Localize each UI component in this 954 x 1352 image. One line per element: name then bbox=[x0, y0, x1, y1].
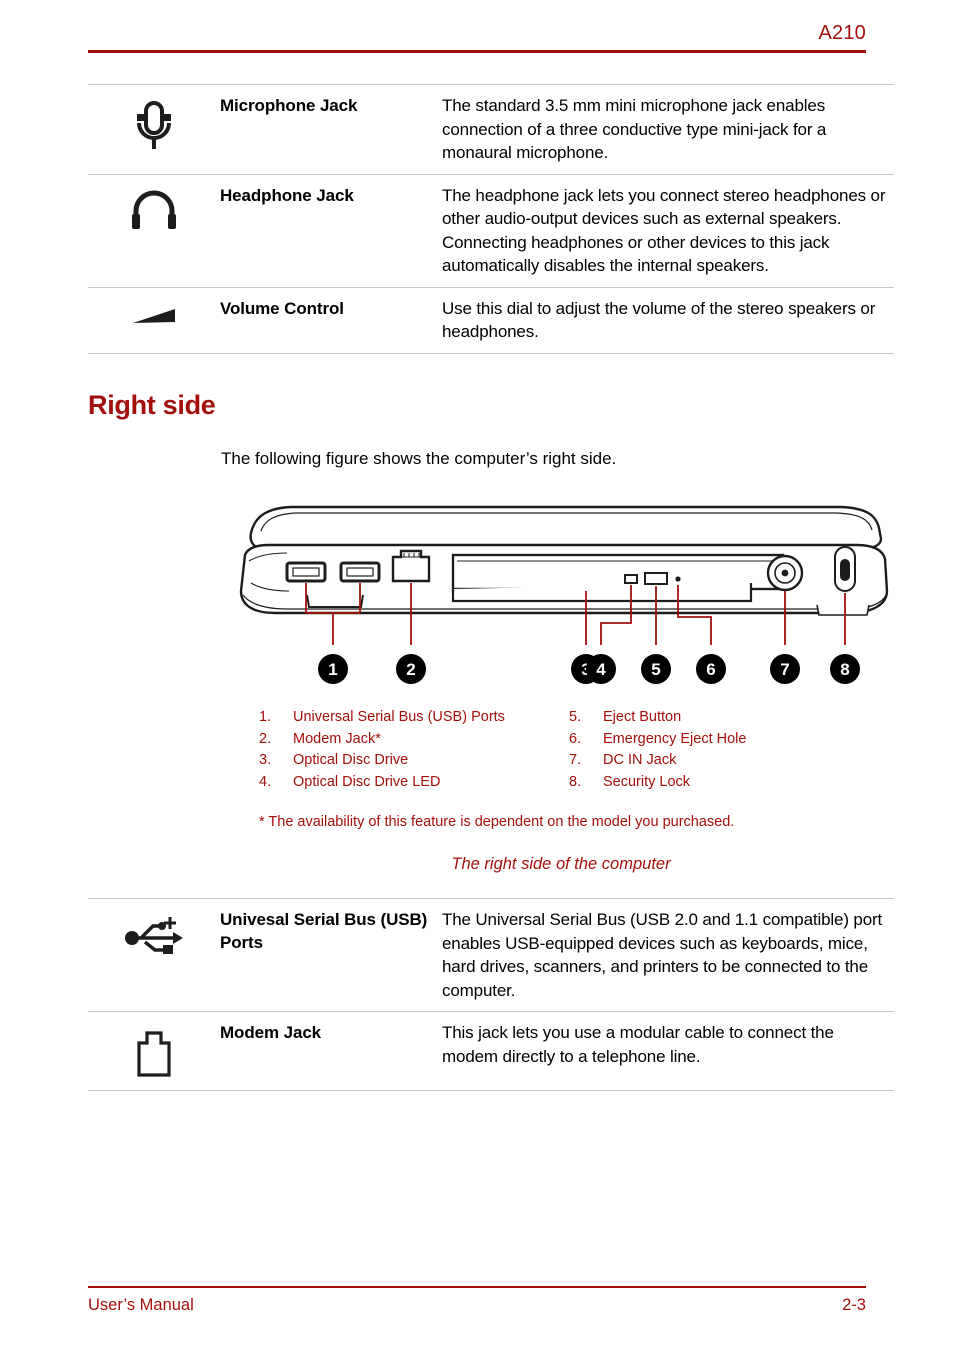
description-text: The standard 3.5 mm mini microphone jack… bbox=[442, 94, 894, 165]
legend-number: 5. bbox=[569, 709, 582, 725]
ports-table-top: Microphone Jack The standard 3.5 mm mini… bbox=[88, 84, 894, 354]
description-text: The headphone jack lets you connect ster… bbox=[442, 184, 894, 278]
callout-1: 1 bbox=[317, 653, 349, 685]
list-item: 4. Optical Disc Drive LED bbox=[259, 772, 569, 794]
callout-2: 2 bbox=[395, 653, 427, 685]
legend-column-left: 1. Universal Serial Bus (USB) Ports 2. M… bbox=[259, 707, 569, 793]
term-label: Microphone Jack bbox=[220, 96, 358, 115]
legend-label: Optical Disc Drive LED bbox=[293, 773, 441, 790]
description-text: This jack lets you use a modular cable t… bbox=[442, 1021, 894, 1068]
legend-label: Universal Serial Bus (USB) Ports bbox=[293, 709, 505, 725]
header-rule bbox=[88, 50, 866, 53]
term-label: Univesal Serial Bus (USB) Ports bbox=[220, 910, 428, 952]
description-paragraph: This jack lets you use a modular cable t… bbox=[442, 1023, 834, 1066]
table-row: Univesal Serial Bus (USB) Ports The Univ… bbox=[88, 898, 894, 1011]
legend-number: 8. bbox=[569, 773, 582, 790]
legend-number: 2. bbox=[259, 730, 272, 747]
description-paragraph: The Universal Serial Bus (USB 2.0 and 1.… bbox=[442, 910, 883, 1000]
table-row: Volume Control Use this dial to adjust t… bbox=[88, 286, 894, 354]
footer-page-number: 2-3 bbox=[842, 1296, 866, 1314]
term-label: Modem Jack bbox=[220, 1023, 322, 1042]
table-row: Microphone Jack The standard 3.5 mm mini… bbox=[88, 84, 894, 174]
description-text: The Universal Serial Bus (USB 2.0 and 1.… bbox=[442, 908, 894, 1002]
callout-7: 7 bbox=[769, 653, 801, 685]
footer-rule bbox=[88, 1286, 866, 1288]
legend-label: Optical Disc Drive bbox=[293, 752, 409, 768]
callout-8: 8 bbox=[829, 653, 861, 685]
list-item: 7. DC IN Jack bbox=[569, 750, 859, 772]
page-header: A210 bbox=[88, 22, 866, 53]
svg-text:7: 7 bbox=[780, 660, 789, 679]
header-model-title: A210 bbox=[818, 22, 866, 44]
list-item: 6. Emergency Eject Hole bbox=[569, 729, 859, 751]
svg-text:6: 6 bbox=[706, 660, 715, 679]
term-label: Volume Control bbox=[220, 298, 344, 318]
legend-label: Emergency Eject Hole bbox=[603, 730, 747, 747]
svg-text:1: 1 bbox=[328, 660, 337, 679]
footer-manual-label: User’s Manual bbox=[88, 1296, 194, 1314]
manual-page: A210 Microphone Jack The standard 3.5 mm… bbox=[0, 0, 954, 1352]
svg-text:2: 2 bbox=[406, 660, 415, 679]
callout-5: 5 bbox=[640, 653, 672, 685]
list-item: 1. Universal Serial Bus (USB) Ports bbox=[259, 707, 569, 729]
figure-caption: The right side of the computer bbox=[451, 855, 671, 873]
description-paragraph: Use this dial to adjust the volume of th… bbox=[442, 298, 876, 342]
headphone-icon bbox=[88, 184, 220, 234]
figure-footnote: * The availability of this feature is de… bbox=[259, 814, 735, 830]
legend-number: 6. bbox=[569, 730, 582, 747]
list-item: 2. Modem Jack* bbox=[259, 729, 569, 751]
callout-6: 6 bbox=[695, 653, 727, 685]
table-row: Headphone Jack The headphone jack lets y… bbox=[88, 173, 894, 287]
svg-text:8: 8 bbox=[840, 660, 849, 679]
description-paragraph: The standard 3.5 mm mini microphone jack… bbox=[442, 96, 827, 162]
table-row: Modem Jack This jack lets you use a modu… bbox=[88, 1011, 894, 1091]
callout-4: 4 bbox=[585, 653, 617, 685]
legend-label: Modem Jack* bbox=[293, 730, 381, 747]
legend-number: 7. bbox=[569, 752, 582, 768]
legend-column-right: 5. Eject Button 6. Emergency Eject Hole … bbox=[569, 707, 859, 793]
list-item: 8. Security Lock bbox=[569, 772, 859, 794]
description-paragraph: The headphone jack lets you connect ster… bbox=[442, 185, 886, 276]
modem-jack-icon bbox=[88, 1021, 220, 1081]
svg-text:5: 5 bbox=[651, 660, 660, 679]
volume-control-icon bbox=[88, 297, 220, 333]
legend-label: Security Lock bbox=[603, 773, 691, 790]
list-item: 3. Optical Disc Drive bbox=[259, 750, 569, 772]
ports-table-bottom: Univesal Serial Bus (USB) Ports The Univ… bbox=[88, 898, 894, 1091]
legend-label: Eject Button bbox=[603, 709, 682, 725]
page-footer: User’s Manual 2-3 bbox=[88, 1286, 866, 1315]
usb-icon bbox=[88, 908, 220, 960]
description-text: Use this dial to adjust the volume of th… bbox=[442, 297, 894, 344]
microphone-icon bbox=[88, 94, 220, 154]
legend-number: 4. bbox=[259, 773, 272, 790]
page-title: Right side bbox=[88, 390, 216, 420]
legend-number: 1. bbox=[259, 709, 272, 725]
right-side-figure: 1 2 3 4 5 6 7 8 bbox=[221, 495, 901, 685]
list-item: 5. Eject Button bbox=[569, 707, 859, 729]
legend-number: 3. bbox=[259, 752, 272, 768]
svg-text:4: 4 bbox=[596, 660, 606, 679]
figure-legend: 1. Universal Serial Bus (USB) Ports 2. M… bbox=[259, 707, 859, 793]
intro-paragraph: The following figure shows the computer’… bbox=[221, 449, 617, 468]
legend-label: DC IN Jack bbox=[603, 752, 677, 768]
term-label: Headphone Jack bbox=[220, 185, 354, 205]
